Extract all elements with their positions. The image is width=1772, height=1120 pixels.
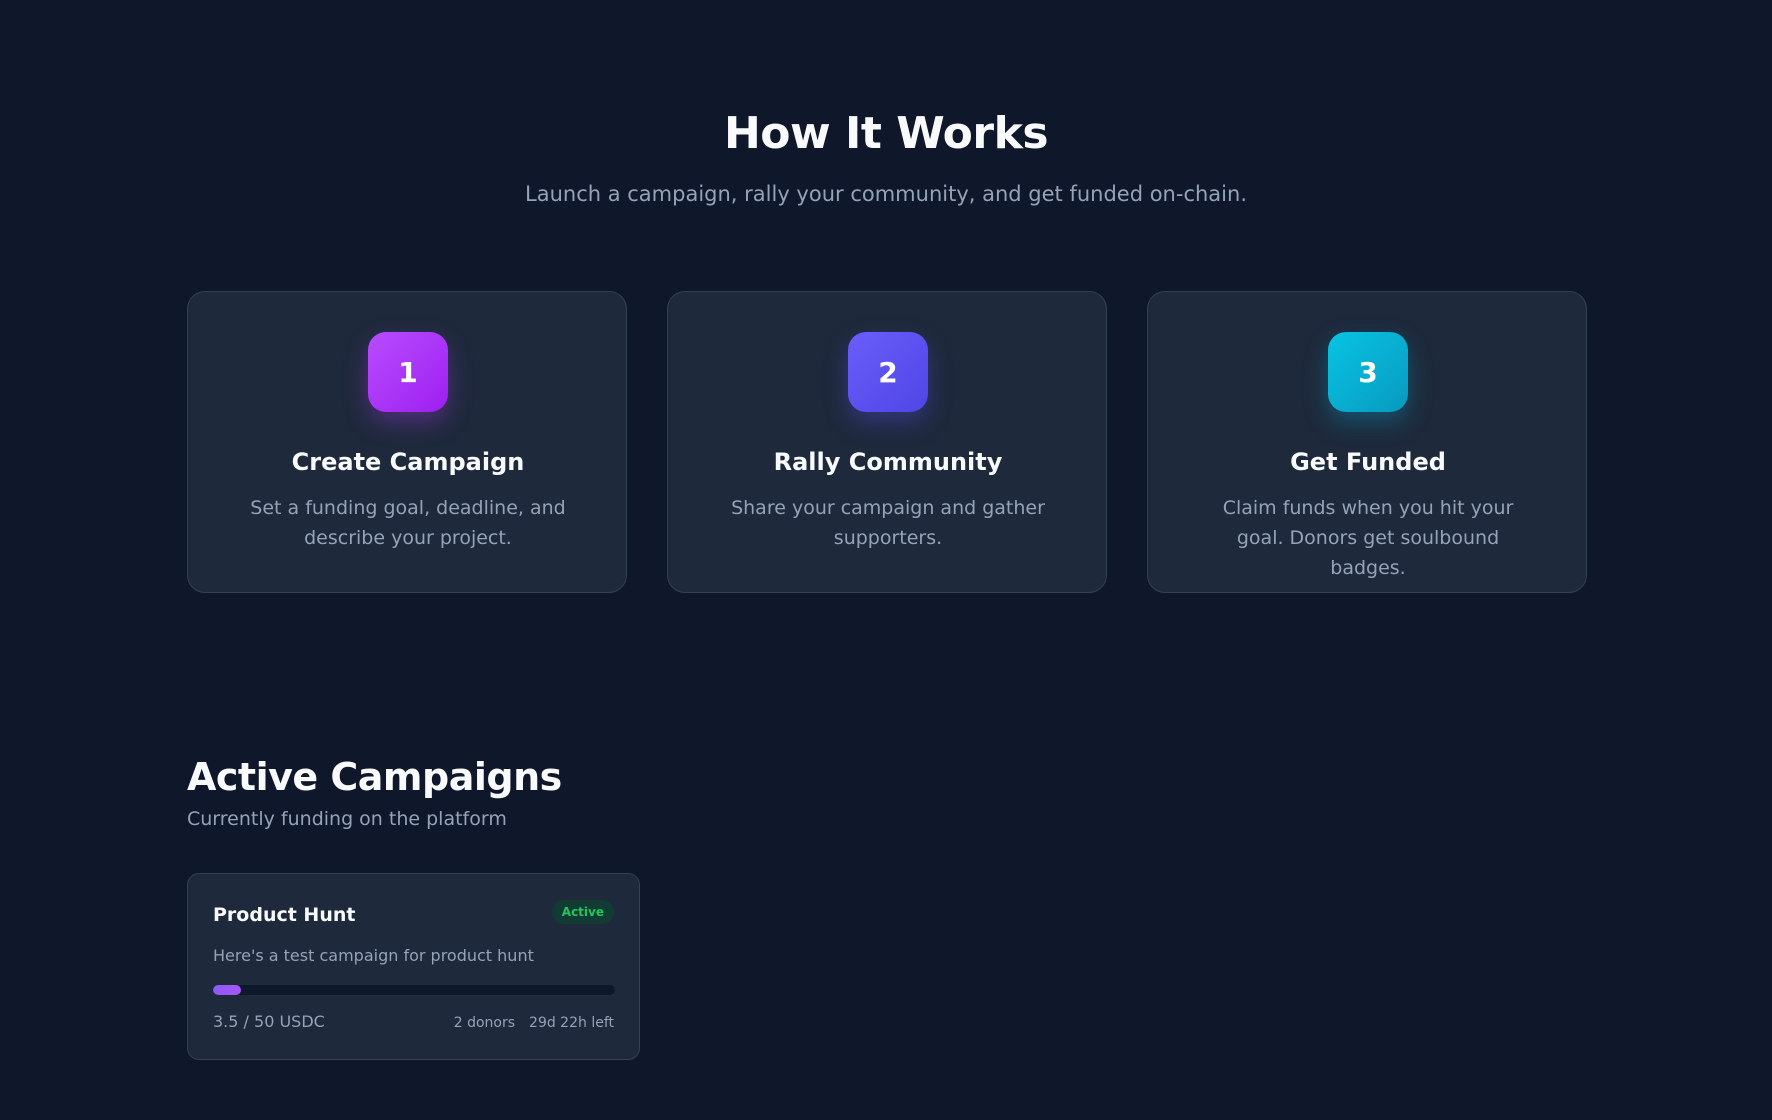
page: How It Works Launch a campaign, rally yo…	[0, 0, 1772, 1120]
step-title: Get Funded	[1290, 448, 1446, 476]
step-description: Set a funding goal, deadline, and descri…	[250, 497, 566, 549]
step-title: Rally Community	[773, 448, 1003, 476]
campaign-title: Product Hunt	[213, 904, 356, 926]
campaign-description: Here's a test campaign for product hunt	[213, 946, 534, 965]
funding-progress-fill	[213, 985, 242, 995]
time-left: 29d 22h left	[529, 1015, 614, 1031]
how-it-works-title: How It Works	[723, 108, 1049, 159]
step-number-badge: 3	[1328, 332, 1408, 412]
step-card-rally-community: 2 Rally Community Share your campaign an…	[667, 291, 1107, 593]
campaign-meta: 2 donors 29d 22h left	[454, 1013, 614, 1033]
active-campaigns-title: Active Campaigns	[187, 755, 562, 799]
step-description: Claim funds when you hit your goal. Dono…	[1222, 497, 1514, 579]
donor-count: 2 donors	[453, 1015, 516, 1031]
how-it-works-subtitle: Launch a campaign, rally your community,…	[525, 182, 1247, 206]
step-number-badge: 1	[368, 332, 448, 412]
campaign-card[interactable]: Product Hunt Active Here's a test campai…	[187, 873, 640, 1060]
funding-progress-bar	[213, 985, 615, 995]
step-title: Create Campaign	[291, 448, 525, 476]
step-description: Share your campaign and gather supporter…	[731, 497, 1045, 549]
amount-raised: 3.5 / 50 USDC	[213, 1012, 325, 1031]
step-card-create-campaign: 1 Create Campaign Set a funding goal, de…	[187, 291, 627, 593]
status-badge: Active	[551, 900, 614, 924]
steps-grid: 1 Create Campaign Set a funding goal, de…	[187, 291, 1587, 593]
step-card-get-funded: 3 Get Funded Claim funds when you hit yo…	[1147, 291, 1587, 593]
step-number-badge: 2	[848, 332, 928, 412]
active-campaigns-subtitle: Currently funding on the platform	[187, 808, 507, 830]
